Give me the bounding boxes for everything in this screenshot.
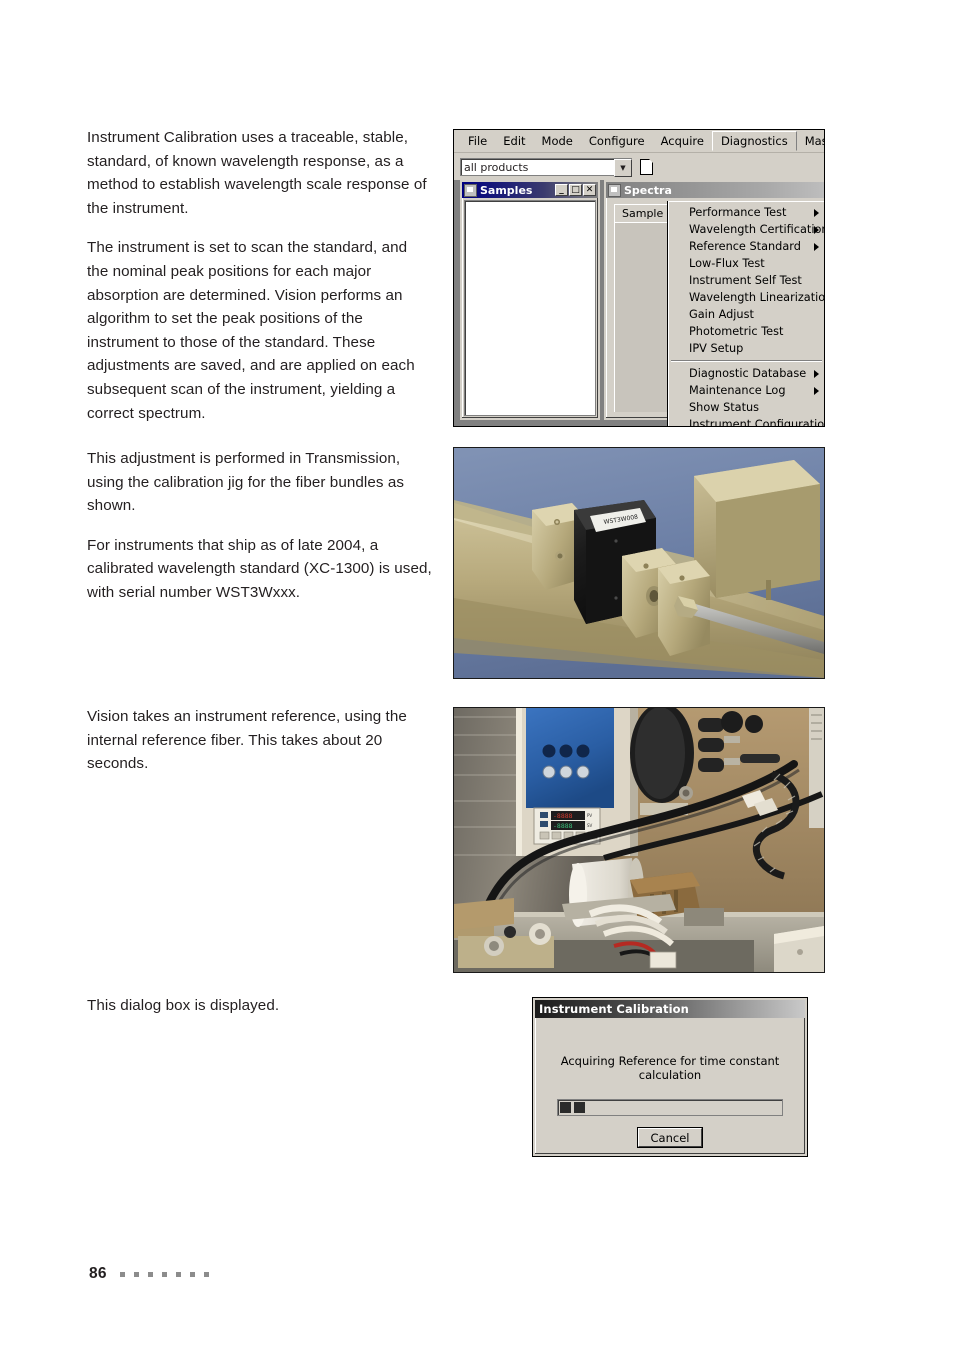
- menu-item-show-status[interactable]: Show Status: [668, 399, 824, 416]
- menu-item-label: Wavelength Certification: [689, 222, 825, 236]
- instrument-reference-illustration: -8888 -8888 PV SV: [454, 708, 824, 972]
- menu-mode[interactable]: Mode: [534, 132, 581, 150]
- application-screenshot: File Edit Mode Configure Acquire Diagnos…: [453, 129, 825, 427]
- menu-configure[interactable]: Configure: [581, 132, 653, 150]
- intro-text-block: Instrument Calibration uses a traceable,…: [87, 126, 432, 441]
- submenu-arrow-icon: [814, 369, 819, 378]
- menu-item-instrument-configuration[interactable]: Instrument Configuration: [668, 416, 825, 427]
- mdi-workspace: Samples _ □ ✕ Spectra Sample Performance…: [454, 180, 824, 426]
- paragraph-2: The instrument is set to scan the standa…: [87, 239, 415, 422]
- menu-item-label: Low-Flux Test: [689, 256, 765, 270]
- menu-item-label: Wavelength Linearization: [689, 290, 825, 304]
- spectra-window-title: Spectra: [624, 183, 672, 197]
- menu-item-diagnostic-database[interactable]: Diagnostic Database: [668, 365, 824, 382]
- footer-dot: [203, 1271, 209, 1277]
- menu-item-label: Performance Test: [689, 205, 787, 219]
- product-filter-combobox[interactable]: all products ▼: [460, 158, 632, 177]
- transmission-text-block: This adjustment is performed in Transmis…: [87, 447, 435, 621]
- samples-window-icon: [464, 183, 477, 197]
- menu-diagnostics[interactable]: Diagnostics: [711, 131, 797, 151]
- samples-window-buttons: _ □ ✕: [555, 184, 596, 196]
- product-filter-value: all products: [464, 160, 529, 174]
- footer-dot: [161, 1271, 167, 1277]
- tab-sample[interactable]: Sample: [614, 204, 672, 223]
- spectra-tabstrip: Sample: [614, 204, 672, 223]
- menu-item-wavelength-linearization[interactable]: Wavelength Linearization: [668, 289, 825, 306]
- photo-calibration-jig: WST3W008: [453, 447, 825, 679]
- page-number: 86: [89, 1265, 107, 1282]
- menu-item-maintenance-log[interactable]: Maintenance Log: [668, 382, 824, 399]
- footer-dot: [175, 1271, 181, 1277]
- dialog-titlebar: Instrument Calibration: [535, 1000, 805, 1018]
- minimize-button[interactable]: _: [555, 184, 568, 196]
- new-document-button[interactable]: [638, 158, 655, 176]
- menu-item-label: Photometric Test: [689, 324, 784, 338]
- submenu-arrow-icon: [814, 386, 819, 395]
- svg-text:PV: PV: [587, 813, 592, 818]
- menu-item-low-flux-test[interactable]: Low-Flux Test: [668, 255, 824, 272]
- menu-item-photometric-test[interactable]: Photometric Test: [668, 323, 824, 340]
- paragraph-6: This dialog box is displayed.: [87, 997, 280, 1014]
- samples-window[interactable]: Samples _ □ ✕: [460, 180, 600, 420]
- calibration-jig-illustration: WST3W008: [454, 448, 824, 678]
- menu-item-wavelength-certification[interactable]: Wavelength Certification: [668, 221, 825, 238]
- svg-text:-8888: -8888: [553, 822, 573, 830]
- menu-item-label: Instrument Self Test: [689, 273, 802, 287]
- footer-dot: [133, 1271, 139, 1277]
- footer-dot: [189, 1271, 195, 1277]
- dialog-text-block: This dialog box is displayed.: [87, 994, 432, 1034]
- close-button[interactable]: ✕: [583, 184, 596, 196]
- menu-acquire[interactable]: Acquire: [653, 132, 712, 150]
- cancel-button[interactable]: Cancel: [638, 1128, 702, 1147]
- menu-item-instrument-self-test[interactable]: Instrument Self Test: [668, 272, 824, 289]
- menu-item-label: Maintenance Log: [689, 383, 786, 397]
- menu-master[interactable]: Master: [797, 132, 824, 150]
- menu-item-label: Reference Standard: [689, 239, 801, 253]
- toolbar: all products ▼: [454, 153, 824, 181]
- menu-item-gain-adjust[interactable]: Gain Adjust: [668, 306, 824, 323]
- submenu-arrow-icon: [814, 242, 819, 251]
- paragraph-5: Vision takes an instrument reference, us…: [87, 708, 407, 773]
- dialog-title: Instrument Calibration: [539, 1002, 689, 1016]
- footer-dots: [119, 1271, 209, 1277]
- footer-dot: [147, 1271, 153, 1277]
- paragraph-4: For instruments that ship as of late 200…: [87, 536, 432, 601]
- menu-item-ipv-setup[interactable]: IPV Setup: [668, 340, 824, 357]
- samples-titlebar[interactable]: Samples _ □ ✕: [462, 182, 598, 198]
- progress-block: [560, 1102, 571, 1113]
- menu-bar: File Edit Mode Configure Acquire Diagnos…: [454, 130, 824, 153]
- menu-item-label: Show Status: [689, 400, 760, 414]
- samples-window-title: Samples: [480, 183, 533, 197]
- menu-item-label: Gain Adjust: [689, 307, 754, 321]
- menu-file[interactable]: File: [460, 132, 495, 150]
- spectra-titlebar[interactable]: Spectra: [606, 182, 824, 198]
- spectra-window-icon: [608, 183, 621, 197]
- menu-item-label: Diagnostic Database: [689, 366, 807, 380]
- paragraph-1: Instrument Calibration uses a traceable,…: [87, 129, 427, 217]
- submenu-arrow-icon: [814, 225, 819, 234]
- menu-item-reference-standard[interactable]: Reference Standard: [668, 238, 824, 255]
- submenu-arrow-icon: [814, 208, 819, 217]
- menu-item-label: Instrument Configuration: [689, 417, 825, 427]
- document-icon: [640, 159, 653, 175]
- svg-text:SV: SV: [587, 823, 593, 828]
- photo-instrument-reference: -8888 -8888 PV SV: [453, 707, 825, 973]
- paragraph-3: This adjustment is performed in Transmis…: [87, 450, 405, 515]
- samples-list-area[interactable]: [464, 200, 596, 416]
- svg-text:-8888: -8888: [553, 812, 573, 820]
- menu-edit[interactable]: Edit: [495, 132, 533, 150]
- diagnostics-dropdown-menu[interactable]: Performance Test Wavelength Certificatio…: [667, 201, 825, 427]
- maximize-button[interactable]: □: [569, 184, 582, 196]
- dialog-message: Acquiring Reference for time constant ca…: [560, 1054, 780, 1082]
- page-footer: 86: [89, 1265, 209, 1283]
- progress-bar: [557, 1099, 783, 1116]
- footer-dot: [119, 1271, 125, 1277]
- instrument-calibration-dialog[interactable]: Instrument Calibration Acquiring Referen…: [533, 998, 807, 1156]
- menu-item-label: IPV Setup: [689, 341, 744, 355]
- menu-item-performance-test[interactable]: Performance Test: [668, 204, 824, 221]
- menu-separator: [671, 360, 822, 362]
- progress-block: [574, 1102, 585, 1113]
- chevron-down-icon[interactable]: ▼: [614, 159, 632, 177]
- reference-text-block: Vision takes an instrument reference, us…: [87, 705, 432, 792]
